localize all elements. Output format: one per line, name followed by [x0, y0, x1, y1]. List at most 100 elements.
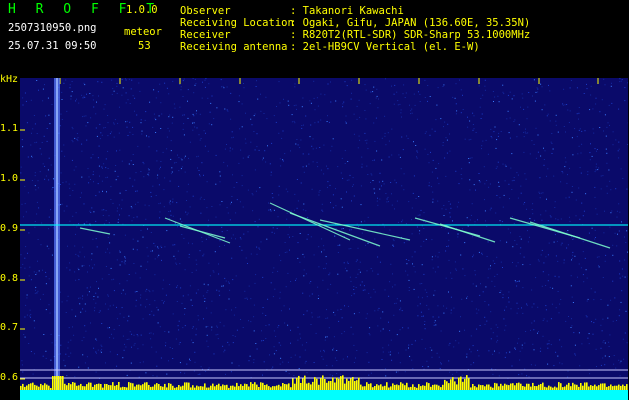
activity-bar [266, 384, 268, 390]
activity-bar [626, 384, 628, 390]
activity-bar [344, 383, 346, 390]
activity-bar [366, 382, 368, 390]
activity-bar [264, 385, 266, 390]
activity-bar [24, 386, 26, 390]
activity-bar [566, 384, 568, 390]
spectrogram-svg [20, 78, 628, 400]
activity-bar [448, 383, 450, 390]
activity-bar [204, 383, 206, 390]
activity-bar [166, 387, 168, 390]
y-tick-label: 0.6 [0, 372, 19, 383]
activity-bar [338, 378, 340, 390]
activity-bar [256, 384, 258, 390]
activity-bar [486, 384, 488, 390]
activity-bar [358, 377, 360, 390]
activity-bar [444, 379, 446, 390]
activity-bar [230, 385, 232, 390]
activity-bar [244, 383, 246, 390]
activity-bar [276, 385, 278, 390]
activity-bar [350, 378, 352, 390]
activity-bar [250, 382, 252, 390]
activity-bar [460, 376, 462, 390]
activity-bar [324, 379, 326, 390]
activity-bar [20, 385, 22, 390]
activity-bar [618, 384, 620, 390]
activity-bar [480, 385, 482, 390]
activity-bar [262, 382, 264, 390]
activity-bar [52, 376, 54, 390]
activity-bar [82, 386, 84, 390]
activity-bar [218, 383, 220, 390]
activity-bar [280, 386, 282, 390]
activity-bar [382, 386, 384, 390]
activity-bar [66, 385, 68, 390]
activity-bar [514, 385, 516, 390]
activity-bar [542, 382, 544, 390]
activity-bar [126, 387, 128, 390]
activity-bar [76, 385, 78, 390]
activity-bar [190, 387, 192, 390]
activity-bar [182, 385, 184, 390]
activity-bar [118, 382, 120, 390]
activity-bar [64, 383, 66, 390]
activity-bar [308, 382, 310, 390]
activity-bar [192, 385, 194, 390]
activity-bar [56, 376, 58, 390]
activity-bar [94, 384, 96, 390]
activity-bar [484, 386, 486, 390]
activity-bar [572, 382, 574, 390]
activity-bar [392, 383, 394, 390]
activity-bar [240, 384, 242, 390]
activity-bar [106, 384, 108, 390]
activity-bar [270, 387, 272, 390]
spectrogram-plot [20, 78, 628, 400]
y-tick-label: 0.8 [0, 273, 19, 284]
info-label-observer: Observer [180, 5, 231, 17]
activity-bar [140, 385, 142, 390]
activity-bar [100, 384, 102, 390]
activity-bar [54, 376, 56, 390]
activity-bar [432, 384, 434, 390]
activity-baseline [20, 390, 628, 400]
activity-bar [226, 384, 228, 390]
activity-bar [342, 375, 344, 390]
activity-bar [112, 382, 114, 390]
activity-bar [214, 386, 216, 390]
activity-bar [232, 385, 234, 390]
activity-bar [222, 384, 224, 390]
activity-bar [548, 385, 550, 390]
activity-bar [258, 387, 260, 390]
activity-bar [622, 384, 624, 390]
activity-bar [498, 386, 500, 390]
activity-bar [102, 387, 104, 390]
activity-bar [604, 383, 606, 390]
activity-bar [300, 383, 302, 390]
activity-bar [606, 386, 608, 390]
activity-bar [142, 384, 144, 390]
activity-bar [200, 386, 202, 390]
activity-bar [206, 387, 208, 390]
activity-bar [388, 387, 390, 390]
activity-bar [476, 387, 478, 390]
activity-bar [260, 382, 262, 390]
activity-bar [544, 386, 546, 390]
activity-bar [380, 384, 382, 390]
activity-bar [78, 385, 80, 390]
activity-bar [330, 381, 332, 390]
activity-bar [236, 382, 238, 390]
activity-bar [598, 385, 600, 390]
activity-bar [326, 382, 328, 390]
activity-bar [406, 382, 408, 390]
activity-bar [44, 383, 46, 390]
activity-bar [134, 386, 136, 390]
activity-bar [454, 381, 456, 390]
activity-bar [500, 383, 502, 390]
activity-bar [60, 376, 62, 390]
activity-bar [394, 384, 396, 390]
activity-bar [96, 384, 98, 390]
activity-bar [58, 376, 60, 390]
activity-bar [32, 382, 34, 390]
info-value-observer: : Takanori Kawachi [290, 5, 404, 17]
datetime-label: 25.07.31 09:50 [8, 40, 97, 52]
activity-bar [156, 383, 158, 390]
